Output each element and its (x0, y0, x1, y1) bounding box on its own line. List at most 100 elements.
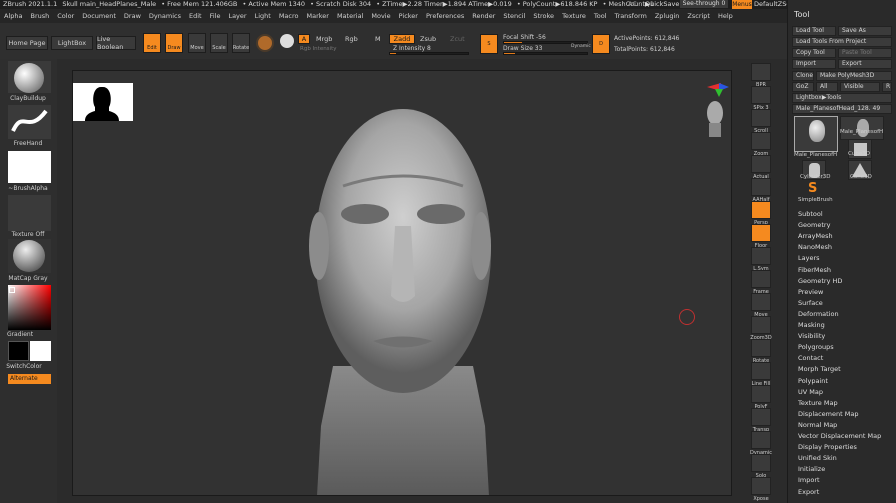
menu-movie[interactable]: Movie (367, 12, 394, 20)
s-icon-button[interactable]: S (480, 34, 498, 54)
rightshelf-rotate-button[interactable] (751, 339, 771, 357)
rightshelf-solo-button[interactable] (751, 454, 771, 472)
subpalette-nanomesh[interactable]: NanoMesh (798, 242, 832, 253)
menu-layer[interactable]: Layer (224, 12, 250, 20)
menu-alpha[interactable]: Alpha (0, 12, 26, 20)
edit-button[interactable]: Edit (143, 33, 161, 53)
rightshelf-bpr-button[interactable] (751, 63, 771, 81)
subpalette-arraymesh[interactable]: ArrayMesh (798, 231, 833, 242)
rightshelf-aahalf-button[interactable] (751, 178, 771, 196)
mrgb-button[interactable]: Mrgb (316, 35, 332, 43)
subpalette-export[interactable]: Export (798, 487, 819, 498)
rightshelf-zoom3d-button[interactable] (751, 316, 771, 334)
rgb-button[interactable]: Rgb (345, 35, 358, 43)
copy-tool-button[interactable]: Copy Tool (792, 48, 836, 58)
rightshelf-l-sym-button[interactable] (751, 247, 771, 265)
rightshelf-frame-button[interactable] (751, 270, 771, 288)
rightshelf-floor-button[interactable] (751, 224, 771, 242)
subpalette-layers[interactable]: Layers (798, 253, 820, 264)
document-canvas[interactable] (72, 70, 732, 496)
zadd-button[interactable]: Zadd (389, 34, 415, 44)
rightshelf-actual-button[interactable] (751, 155, 771, 173)
main-color-swatch[interactable] (8, 341, 29, 361)
draw-button[interactable]: Draw (165, 33, 183, 53)
scale-button[interactable]: Scale (210, 33, 228, 53)
subpalette-geometry[interactable]: Geometry (798, 220, 830, 231)
subpalette-visibility[interactable]: Visibility (798, 331, 825, 342)
z-intensity-slider[interactable] (389, 52, 469, 55)
alpha-thumbnail[interactable] (8, 151, 51, 183)
draw-size-slider[interactable] (503, 52, 588, 55)
tool-thumb-male-2[interactable] (840, 116, 884, 140)
tool-thumb-simplebrush[interactable]: S (802, 181, 826, 197)
zcut-button[interactable]: Zcut (450, 35, 465, 43)
subpalette-display-properties[interactable]: Display Properties (798, 442, 857, 453)
menu-color[interactable]: Color (53, 12, 78, 20)
subpalette-initialize[interactable]: Initialize (798, 464, 825, 475)
rotate-button[interactable]: Rotate (232, 33, 250, 53)
move-button[interactable]: Move (188, 33, 206, 53)
menu-stencil[interactable]: Stencil (499, 12, 529, 20)
subpalette-displacement-map[interactable]: Displacement Map (798, 409, 858, 420)
navigation-thumbnail[interactable] (73, 83, 133, 121)
subpalette-contact[interactable]: Contact (798, 353, 823, 364)
subpalette-normal-map[interactable]: Normal Map (798, 420, 837, 431)
texture-thumbnail[interactable] (8, 195, 51, 231)
menu-picker[interactable]: Picker (395, 12, 422, 20)
goz-button[interactable]: GoZ (792, 82, 814, 92)
subpalette-texture-map[interactable]: Texture Map (798, 398, 838, 409)
subpalette-preview[interactable]: Preview (798, 287, 823, 298)
menu-zscript[interactable]: Zscript (683, 12, 714, 20)
orientation-gizmo[interactable] (701, 81, 731, 141)
export-button[interactable]: Export (838, 59, 892, 69)
menu-material[interactable]: Material (333, 12, 367, 20)
see-through-slider[interactable]: See-through 0 (680, 0, 728, 8)
head-sculpt[interactable] (303, 96, 503, 496)
rightshelf-scroll-button[interactable] (751, 109, 771, 127)
menu-help[interactable]: Help (714, 12, 737, 20)
subpalette-morph-target[interactable]: Morph Target (798, 364, 841, 375)
rgb-intensity-slider[interactable]: Rgb Intensity (300, 46, 337, 52)
switch-color-button[interactable]: SwitchColor (0, 363, 48, 370)
menu-edit[interactable]: Edit (185, 12, 206, 20)
menu-marker[interactable]: Marker (302, 12, 332, 20)
menu-macro[interactable]: Macro (275, 12, 303, 20)
make-polymesh-button[interactable]: Make PolyMesh3D (816, 71, 892, 81)
subpalette-uv-map[interactable]: UV Map (798, 387, 823, 398)
material-thumbnail[interactable] (8, 239, 51, 273)
clone-button[interactable]: Clone (792, 71, 814, 81)
menus-button[interactable]: Menus (732, 0, 752, 9)
menu-zplugin[interactable]: Zplugin (651, 12, 684, 20)
d-icon-button[interactable]: D (592, 34, 610, 54)
a-button[interactable]: A (298, 34, 310, 44)
rightshelf-transp-button[interactable] (751, 408, 771, 426)
subpalette-surface[interactable]: Surface (798, 298, 823, 309)
rightshelf-dynamic-button[interactable] (751, 431, 771, 449)
load-tool-button[interactable]: Load Tool (792, 26, 836, 36)
lightbox-button[interactable]: LightBox (51, 36, 93, 50)
paste-tool-button[interactable]: Paste Tool (838, 48, 892, 58)
load-from-project-button[interactable]: Load Tools From Project (792, 37, 892, 47)
visible-button[interactable]: Visible (840, 82, 880, 92)
current-tool-slider[interactable]: Male_PlanesofHead_128. 49 (792, 104, 892, 114)
menu-render[interactable]: Render (468, 12, 499, 20)
rightshelf-move-button[interactable] (751, 293, 771, 311)
m-button[interactable]: M (375, 35, 381, 43)
rightshelf-polyf-button[interactable] (751, 385, 771, 403)
menu-light[interactable]: Light (251, 12, 275, 20)
subpalette-import[interactable]: Import (798, 475, 820, 486)
subpalette-fibermesh[interactable]: FiberMesh (798, 265, 831, 276)
menu-dynamics[interactable]: Dynamics (145, 12, 185, 20)
subpalette-polygroups[interactable]: Polygroups (798, 342, 834, 353)
material-sphere-icon[interactable] (256, 34, 274, 52)
live-boolean-button[interactable]: Live Boolean (96, 35, 136, 51)
menu-file[interactable]: File (206, 12, 225, 20)
subpalette-unified-skin[interactable]: Unified Skin (798, 453, 837, 464)
all-button[interactable]: All (816, 82, 838, 92)
save-as-button[interactable]: Save As (838, 26, 892, 36)
subpalette-polypaint[interactable]: Polypaint (798, 376, 828, 387)
menu-brush[interactable]: Brush (26, 12, 53, 20)
home-page-button[interactable]: Home Page (6, 36, 48, 50)
zsub-button[interactable]: Zsub (420, 35, 436, 43)
subpalette-vector-displacement-map[interactable]: Vector Displacement Map (798, 431, 881, 442)
